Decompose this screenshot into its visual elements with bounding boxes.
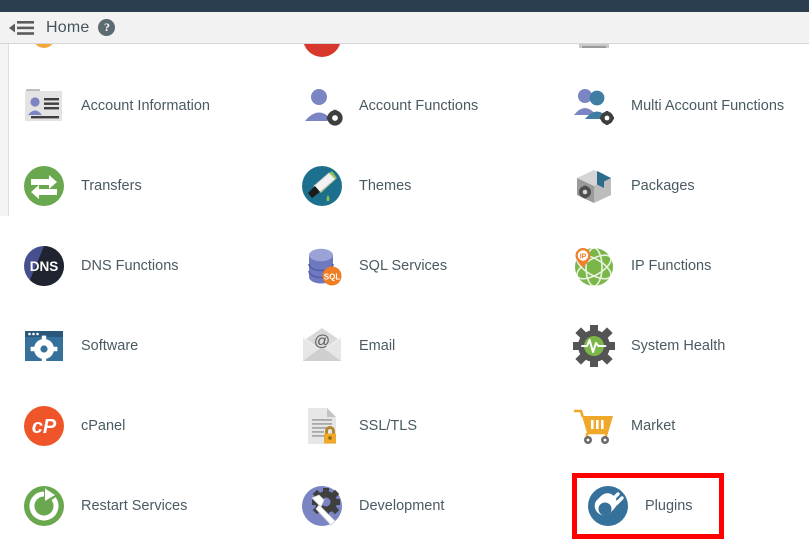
tile-label: System Health <box>631 338 725 354</box>
red-circle-partial-icon <box>301 44 343 58</box>
tile-cpanel[interactable]: cP cPanel <box>10 386 293 466</box>
tile-label: Restart Services <box>81 498 187 514</box>
tile-partial-1[interactable] <box>10 44 293 66</box>
tile-row: DNS DNS Functions SQL SQL Services <box>10 226 809 306</box>
tile-account-information[interactable]: Account Information <box>10 66 293 146</box>
dns-functions-icon: DNS <box>23 245 65 287</box>
gray-partial-icon <box>573 44 615 58</box>
tile-restart-services[interactable]: Restart Services <box>10 466 293 543</box>
help-icon[interactable]: ? <box>98 19 115 36</box>
plugins-highlight-box: Plugins <box>577 478 719 534</box>
tile-row: Transfers Themes <box>10 146 809 226</box>
tile-label: Multi Account Functions <box>631 98 784 114</box>
tile-dns-functions[interactable]: DNS DNS Functions <box>10 226 293 306</box>
tile-plugins[interactable]: Plugins <box>565 466 809 543</box>
tile-themes[interactable]: Themes <box>293 146 565 226</box>
account-information-icon <box>23 85 65 127</box>
tile-label: Market <box>631 418 675 434</box>
tile-label: Themes <box>359 178 411 194</box>
tile-label: SQL Services <box>359 258 447 274</box>
tile-row: cP cPanel <box>10 386 809 466</box>
tile-label: Software <box>81 338 138 354</box>
restart-services-icon <box>23 485 65 527</box>
tile-label: Account Functions <box>359 98 478 114</box>
sql-services-icon: SQL <box>301 245 343 287</box>
tile-label: SSL/TLS <box>359 418 417 434</box>
tile-label: cPanel <box>81 418 125 434</box>
ip-icon-text: IP <box>580 253 587 260</box>
tile-account-functions[interactable]: Account Functions <box>293 66 565 146</box>
home-tiles-grid: Account Information Account Fu <box>10 44 809 543</box>
multi-account-functions-icon <box>573 85 615 127</box>
tile-label: IP Functions <box>631 258 711 274</box>
tile-ip-functions[interactable]: IP IP Functions <box>565 226 809 306</box>
tile-row-partial <box>10 44 809 66</box>
sidebar-rail <box>0 44 9 216</box>
tile-software[interactable]: Software <box>10 306 293 386</box>
tile-label: Transfers <box>81 178 142 194</box>
tile-row: Software @ Email <box>10 306 809 386</box>
plugins-icon <box>587 485 629 527</box>
top-accent-bar <box>0 0 809 12</box>
tile-label: Email <box>359 338 395 354</box>
software-icon <box>23 325 65 367</box>
account-functions-icon <box>301 85 343 127</box>
tile-sql-services[interactable]: SQL SQL Services <box>293 226 565 306</box>
tile-transfers[interactable]: Transfers <box>10 146 293 226</box>
cpanel-icon-text: cP <box>32 416 57 438</box>
tile-label: Development <box>359 498 444 514</box>
tile-ssl-tls[interactable]: SSL/TLS <box>293 386 565 466</box>
tile-partial-3[interactable] <box>565 44 809 66</box>
hamburger-collapse-icon[interactable] <box>0 12 44 44</box>
tile-multi-account-functions[interactable]: Multi Account Functions <box>565 66 809 146</box>
sql-icon-text: SQL <box>324 273 341 282</box>
email-at-icon-text: @ <box>314 333 330 350</box>
market-icon <box>573 405 615 447</box>
transfers-icon <box>23 165 65 207</box>
email-icon: @ <box>301 325 343 367</box>
themes-icon <box>301 165 343 207</box>
ssl-tls-icon <box>301 405 343 447</box>
tile-email[interactable]: @ Email <box>293 306 565 386</box>
tile-market[interactable]: Market <box>565 386 809 466</box>
orange-partial-icon <box>23 44 65 58</box>
tile-row: Account Information Account Fu <box>10 66 809 146</box>
development-icon <box>301 485 343 527</box>
tile-label: Packages <box>631 178 695 194</box>
tile-label: Account Information <box>81 98 210 114</box>
page-title: Home <box>46 19 89 37</box>
tile-label: Plugins <box>645 498 693 514</box>
tile-system-health[interactable]: System Health <box>565 306 809 386</box>
tile-development[interactable]: Development <box>293 466 565 543</box>
system-health-icon <box>573 325 615 367</box>
ip-functions-icon: IP <box>573 245 615 287</box>
tile-packages[interactable]: Packages <box>565 146 809 226</box>
cpanel-icon: cP <box>23 405 65 447</box>
dns-icon-text: DNS <box>30 259 59 274</box>
tile-row: Restart Services <box>10 466 809 543</box>
tile-label: DNS Functions <box>81 258 179 274</box>
tile-partial-2[interactable] <box>293 44 565 66</box>
breadcrumb-header: Home ? <box>0 12 809 44</box>
packages-icon <box>573 165 615 207</box>
